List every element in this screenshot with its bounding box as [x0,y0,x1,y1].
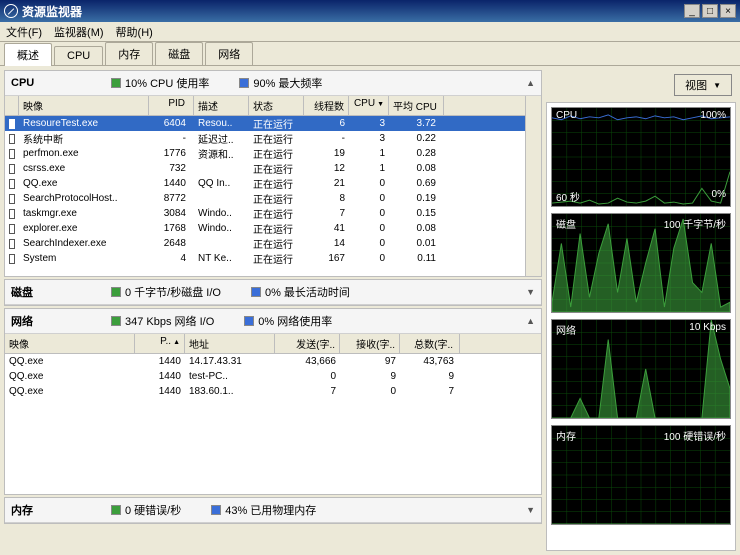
chevron-up-icon: ▲ [526,316,535,326]
mem-hard-swatch-icon [111,505,121,515]
col-avg[interactable]: 平均 CPU [389,96,444,115]
memory-panel-header[interactable]: 内存 0 硬错误/秒 43% 已用物理内存 ▼ [5,498,541,523]
mem-hard-label: 0 硬错误/秒 [125,502,181,518]
tab-memory[interactable]: 内存 [105,42,153,65]
table-row[interactable]: perfmon.exe1776 资源和..正在运行 191 0.28 [5,146,525,161]
net-usage-label: 0% 网络使用率 [258,313,332,329]
cpu-table-body: ResoureTest.exe6404 Resou..正在运行 63 3.72 … [5,116,525,276]
table-row[interactable]: csrss.exe732 正在运行 121 0.08 [5,161,525,176]
tab-overview[interactable]: 概述 [4,43,52,66]
app-icon [4,4,18,18]
cpu-usage-swatch-icon [111,78,121,88]
table-row[interactable]: QQ.exe1440 183.60.1..7 07 [5,384,541,399]
table-row[interactable]: explorer.exe1768 Windo..正在运行 410 0.08 [5,221,525,236]
disk-activity-swatch-icon [251,287,261,297]
memory-panel: 内存 0 硬错误/秒 43% 已用物理内存 ▼ [4,497,542,524]
checkbox[interactable] [9,239,15,249]
cpu-panel: CPU 10% CPU 使用率 90% 最大频率 ▲ 映像 PID 描述 状态 … [4,70,542,277]
ncol-pid[interactable]: P..▲ [135,334,185,353]
table-row[interactable]: SearchProtocolHost..8772 正在运行 80 0.19 [5,191,525,206]
cpu-usage-label: 10% CPU 使用率 [125,75,209,91]
table-row[interactable]: SearchIndexer.exe2648 正在运行 140 0.01 [5,236,525,251]
table-row[interactable]: taskmgr.exe3084 Windo..正在运行 70 0.15 [5,206,525,221]
disk-io-label: 0 千字节/秒磁盘 I/O [125,284,221,300]
col-status[interactable]: 状态 [249,96,304,115]
tabbar: 概述 CPU 内存 磁盘 网络 [0,42,740,66]
graph-内存: 内存100 硬错误/秒 [551,425,731,525]
sort-desc-icon: ▼ [377,101,384,108]
checkbox[interactable] [9,119,15,129]
cpu-maxfreq-label: 90% 最大频率 [253,75,322,91]
table-row[interactable]: QQ.exe1440 14.17.43.3143,666 9743,763 [5,354,541,369]
window-title: 资源监视器 [22,3,682,20]
graph-CPU: CPU100% 60 秒0% [551,107,731,207]
checkbox[interactable] [9,254,15,264]
table-row[interactable]: System4 NT Ke..正在运行 1670 0.11 [5,251,525,266]
table-row[interactable]: QQ.exe1440 QQ In..正在运行 210 0.69 [5,176,525,191]
cpu-maxfreq-swatch-icon [239,78,249,88]
disk-activity-label: 0% 最长活动时间 [265,284,350,300]
menu-help[interactable]: 帮助(H) [116,24,153,40]
close-button[interactable]: × [720,4,736,18]
titlebar: 资源监视器 _ □ × [0,0,740,22]
maximize-button[interactable]: □ [702,4,718,18]
memory-panel-title: 内存 [11,502,111,518]
ncol-image[interactable]: 映像 [5,334,135,353]
cpu-table-header: 映像 PID 描述 状态 线程数 CPU▼ 平均 CPU [5,96,525,116]
network-table-header: 映像 P..▲ 地址 发送(字.. 接收(字.. 总数(字.. [5,334,541,354]
net-io-label: 347 Kbps 网络 I/O [125,313,214,329]
network-panel-header[interactable]: 网络 347 Kbps 网络 I/O 0% 网络使用率 ▲ [5,309,541,334]
ncol-send[interactable]: 发送(字.. [275,334,340,353]
tab-disk[interactable]: 磁盘 [155,42,203,65]
sort-arrow-icon: ▲ [173,339,180,346]
net-io-swatch-icon [111,316,121,326]
ncol-addr[interactable]: 地址 [185,334,275,353]
net-usage-swatch-icon [244,316,254,326]
mem-used-label: 43% 已用物理内存 [225,502,316,518]
chevron-down-icon: ▼ [526,505,535,515]
graph-磁盘: 磁盘100 千字节/秒 [551,213,731,313]
ncol-recv[interactable]: 接收(字.. [340,334,400,353]
view-button[interactable]: 视图 ▼ [674,74,732,96]
menu-monitor[interactable]: 监视器(M) [54,24,104,40]
checkbox[interactable] [9,209,15,219]
tab-network[interactable]: 网络 [205,42,253,65]
table-row[interactable]: 系统中断- 延迟过..正在运行 -3 0.22 [5,131,525,146]
checkbox[interactable] [9,149,15,159]
ncol-total[interactable]: 总数(字.. [400,334,460,353]
checkbox[interactable] [9,194,15,204]
cpu-panel-header[interactable]: CPU 10% CPU 使用率 90% 最大频率 ▲ [5,71,541,96]
checkbox[interactable] [9,179,15,189]
network-panel-title: 网络 [11,313,111,329]
tab-cpu[interactable]: CPU [54,46,103,65]
side-graphs: CPU100% 60 秒0% 磁盘100 千字节/秒 网络10 Kbps 内存1… [546,102,736,551]
network-table-body: QQ.exe1440 14.17.43.3143,666 9743,763QQ.… [5,354,541,404]
checkbox[interactable] [9,224,15,234]
disk-panel-title: 磁盘 [11,284,111,300]
col-image[interactable]: 映像 [19,96,149,115]
table-row[interactable]: ResoureTest.exe6404 Resou..正在运行 63 3.72 [5,116,525,131]
scrollbar-vertical[interactable] [525,96,541,276]
cpu-panel-title: CPU [11,77,111,89]
menubar: 文件(F) 监视器(M) 帮助(H) [0,22,740,42]
col-pid[interactable]: PID [149,96,194,115]
menu-file[interactable]: 文件(F) [6,24,42,40]
disk-panel-header[interactable]: 磁盘 0 千字节/秒磁盘 I/O 0% 最长活动时间 ▼ [5,280,541,305]
disk-panel: 磁盘 0 千字节/秒磁盘 I/O 0% 最长活动时间 ▼ [4,279,542,306]
chevron-down-icon: ▼ [713,81,721,90]
chevron-up-icon: ▲ [526,78,535,88]
checkbox[interactable] [9,134,15,144]
graph-网络: 网络10 Kbps [551,319,731,419]
checkbox[interactable] [9,164,15,174]
chevron-down-icon: ▼ [526,287,535,297]
col-cpu[interactable]: CPU▼ [349,96,389,115]
network-panel: 网络 347 Kbps 网络 I/O 0% 网络使用率 ▲ 映像 P..▲ 地址… [4,308,542,495]
disk-io-swatch-icon [111,287,121,297]
col-desc[interactable]: 描述 [194,96,249,115]
minimize-button[interactable]: _ [684,4,700,18]
mem-used-swatch-icon [211,505,221,515]
col-threads[interactable]: 线程数 [304,96,349,115]
table-row[interactable]: QQ.exe1440 test-PC..0 99 [5,369,541,384]
